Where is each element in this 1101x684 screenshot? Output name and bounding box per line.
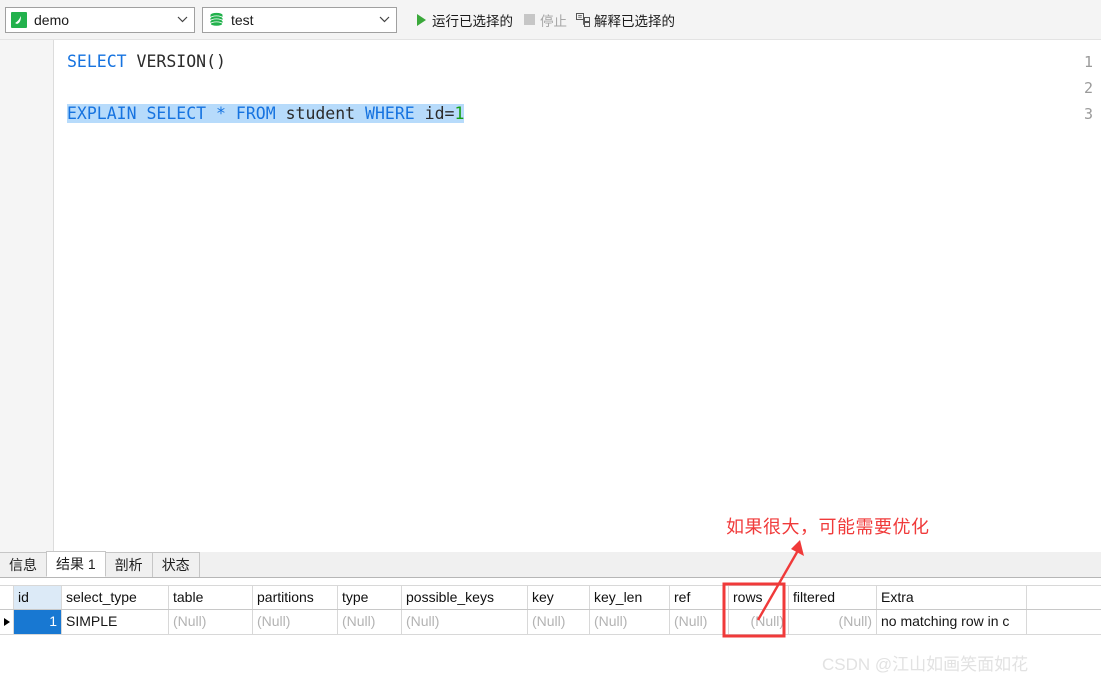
run-selected-label: 运行已选择的 [432,13,513,29]
cell-partitions[interactable]: (Null) [253,610,338,634]
col-header-key[interactable]: key [528,586,590,609]
chevron-down-icon[interactable] [174,12,190,28]
annotation-text: 如果很大，可能需要优化 [726,517,930,537]
col-header-possible_keys[interactable]: possible_keys [402,586,528,609]
col-header-id[interactable]: id [14,586,62,609]
database-icon [208,12,224,28]
toolbar: demo test 运行已选择的 停止 解释已选择的 [0,0,1101,40]
rowmark-header [0,586,14,609]
col-header-rows[interactable]: rows [729,586,789,609]
results-tabbar: 信息 结果 1 剖析 状态 [0,551,1101,578]
watermark: CSDN @江山如画笑面如花 [822,655,1029,674]
col-header-type[interactable]: type [338,586,402,609]
sql-number: 1 [454,104,465,123]
sql-identifier: student [275,104,366,123]
connection-icon [11,11,27,28]
col-header-key_len[interactable]: key_len [590,586,670,609]
cell-Extra[interactable]: no matching row in c [877,610,1027,634]
toolbar-actions: 运行已选择的 停止 解释已选择的 [409,7,679,33]
cell-select_type[interactable]: SIMPLE [62,610,169,634]
sql-identifier: id= [414,104,455,123]
sql-keyword: WHERE [365,104,415,123]
cell-key[interactable]: (Null) [528,610,590,634]
sql-keyword: FROM [235,104,276,123]
tab-profile[interactable]: 剖析 [104,552,153,577]
stop-icon [521,12,537,28]
cell-rows[interactable]: (Null) [729,610,789,634]
tab-info[interactable]: 信息 [0,552,47,577]
cell-possible_keys[interactable]: (Null) [402,610,528,634]
play-icon [413,12,429,28]
explain-selected-label: 解释已选择的 [594,13,675,29]
cell-id[interactable]: 1 [14,610,62,634]
tab-result-1[interactable]: 结果 1 [46,551,106,577]
grid-header-row: id select_type table partitions type pos… [0,585,1101,610]
connection-selector[interactable]: demo [5,6,195,33]
connection-label: demo [34,11,70,28]
schema-label: test [231,11,254,28]
cell-type[interactable]: (Null) [338,610,402,634]
sql-editor[interactable]: 1 2 3 SELECT VERSION() EXPLAIN SELECT * … [0,40,1101,552]
sql-text: VERSION() [126,52,226,71]
chevron-down-icon[interactable] [376,12,392,28]
sql-keyword: SELECT [67,52,127,71]
result-grid[interactable]: id select_type table partitions type pos… [0,585,1101,637]
code-line-3: EXPLAIN SELECT * FROM student WHERE id=1 [67,101,465,127]
sql-keyword: EXPLAIN SELECT [67,104,207,123]
col-header-filtered[interactable]: filtered [789,586,877,609]
cell-table[interactable]: (Null) [169,610,253,634]
sql-star: * [206,104,236,123]
run-selected-button[interactable]: 运行已选择的 [409,7,517,33]
current-row-marker [0,610,14,634]
col-header-select_type[interactable]: select_type [62,586,169,609]
editor-gutter [0,40,54,552]
schema-selector[interactable]: test [202,6,397,33]
stop-label: 停止 [540,13,567,29]
tab-status[interactable]: 状态 [151,552,200,577]
col-header-ref[interactable]: ref [670,586,729,609]
col-header-partitions[interactable]: partitions [253,586,338,609]
col-header-table[interactable]: table [169,586,253,609]
cell-filtered[interactable]: (Null) [789,610,877,634]
cell-ref[interactable]: (Null) [670,610,729,634]
col-header-Extra[interactable]: Extra [877,586,1027,609]
code-area[interactable]: SELECT VERSION() EXPLAIN SELECT * FROM s… [55,40,1101,552]
table-row[interactable]: 1 SIMPLE (Null) (Null) (Null) (Null) (Nu… [0,610,1101,635]
explain-selected-button[interactable]: 解释已选择的 [571,7,679,33]
stop-button[interactable]: 停止 [517,7,571,33]
cell-key_len[interactable]: (Null) [590,610,670,634]
explain-icon [575,12,591,28]
code-line-1: SELECT VERSION() [67,49,226,75]
